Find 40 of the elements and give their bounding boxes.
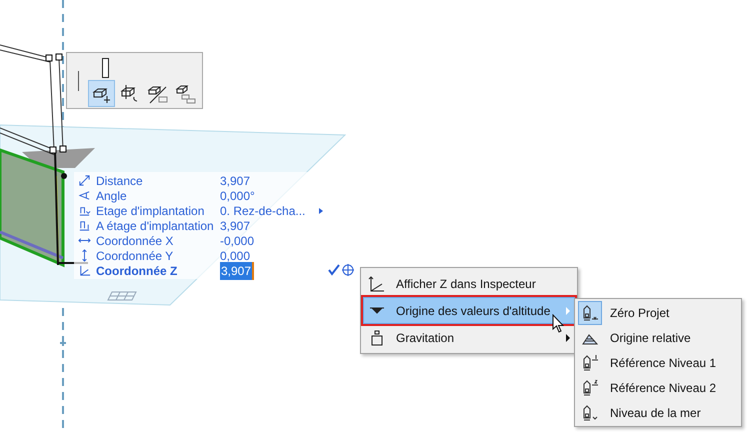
palette-tool-button[interactable]: [88, 80, 115, 107]
bar-icon: [102, 58, 109, 78]
tracker-label: Coordonnée Y: [96, 248, 174, 264]
submenu-item[interactable]: Référence Niveau 1: [575, 350, 741, 375]
tracker-value[interactable]: 0,000°: [220, 186, 255, 204]
tracker-value[interactable]: 0,000: [220, 246, 250, 264]
building-icon: [582, 380, 598, 396]
tracker-value[interactable]: 3,907: [220, 216, 250, 234]
tracker-label: Coordonnée Z: [96, 262, 178, 280]
story-offset-icon: [78, 219, 91, 232]
submenu-item[interactable]: Référence Niveau 2: [575, 375, 741, 400]
submenu-item[interactable]: Origine relative: [575, 325, 741, 350]
building-icon: [582, 404, 598, 420]
submenu-arrow-icon: [319, 208, 323, 214]
building-icon: [582, 304, 598, 320]
submenu-arrow-icon: [566, 306, 570, 314]
submenu-item[interactable]: Niveau de la mer: [575, 400, 741, 425]
axis-icon: [78, 264, 91, 277]
menu-item[interactable]: Afficher Z dans Inspecteur: [363, 270, 575, 297]
tracker-value[interactable]: -0,000: [220, 232, 254, 250]
angle-icon: [78, 189, 91, 202]
distance-icon: [78, 174, 91, 187]
tracker-label: Coordonnée X: [96, 232, 174, 250]
cursor-icon: [552, 314, 566, 334]
axis-icon: [368, 274, 386, 292]
crosshair-icon: [342, 264, 354, 276]
submenu-arrow-icon: [566, 334, 570, 342]
menu-item[interactable]: Origine des valeurs d'altitude: [363, 297, 575, 324]
tracker-label: Etage d'implantation: [96, 202, 206, 220]
box-tool-icon: [174, 84, 196, 104]
submenu-item[interactable]: Zéro Projet: [575, 300, 741, 325]
tracker-value[interactable]: 3,907: [220, 262, 254, 280]
tracker-label: A étage d'implantation: [96, 218, 215, 234]
check-icon: [328, 264, 340, 276]
box-tool-icon: [146, 84, 168, 104]
tracker-value[interactable]: 0. Rez-de-cha...: [220, 202, 306, 220]
tracker-value[interactable]: 3,907: [220, 172, 250, 190]
tracker-label: Distance: [96, 172, 144, 190]
tracker-label: Angle: [96, 188, 128, 204]
building-icon: [582, 354, 598, 370]
